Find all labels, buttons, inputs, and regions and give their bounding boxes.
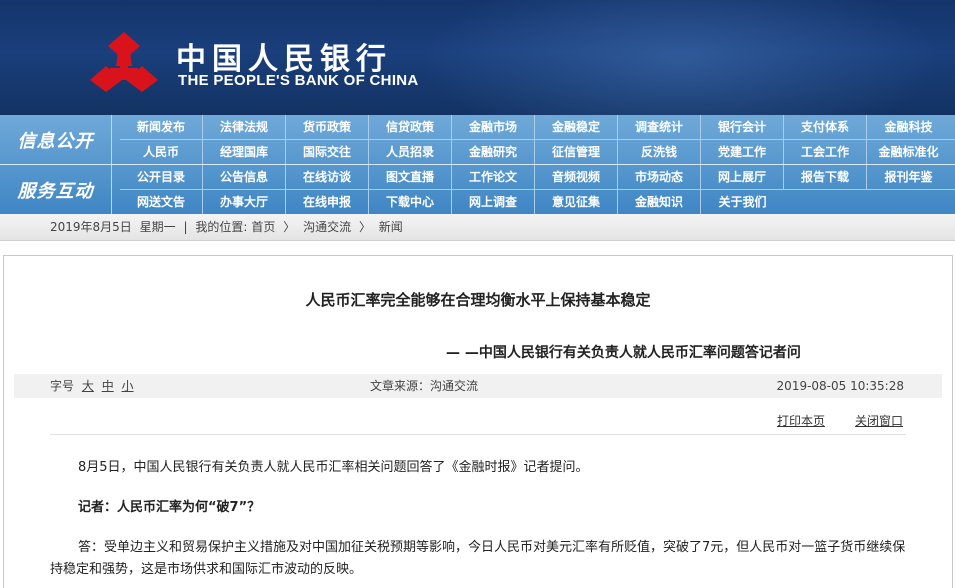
nav-item[interactable]: 金融标准化 xyxy=(867,140,950,164)
nav-item[interactable]: 支付体系 xyxy=(784,115,867,139)
nav-item[interactable]: 报告下载 xyxy=(784,165,867,189)
nav-item[interactable]: 调查统计 xyxy=(618,115,701,139)
breadcrumb-level1-link[interactable]: 沟通交流 xyxy=(303,220,351,234)
nav-item[interactable]: 反洗钱 xyxy=(618,140,701,164)
nav-item[interactable]: 人员招录 xyxy=(369,140,452,164)
location-label: 我的位置: xyxy=(195,220,248,234)
nav-item[interactable]: 网上展厅 xyxy=(701,165,784,189)
font-size-large-link[interactable]: 大 xyxy=(82,379,94,393)
nav-item[interactable]: 网送文告 xyxy=(120,190,203,214)
article-panel: 人民币汇率完全能够在合理均衡水平上保持基本稳定 — —中国人民银行有关负责人就人… xyxy=(3,255,953,588)
article-meta-bar: 字号 大 中 小 文章来源：沟通交流 2019-08-05 10:35:28 xyxy=(14,374,942,398)
nav-item[interactable]: 征信管理 xyxy=(535,140,618,164)
breadcrumb-sep: 〉 xyxy=(358,220,371,234)
nav-section-label[interactable]: 服务互动 xyxy=(0,165,112,214)
article-paragraph: 答：受单边主义和贸易保护主义措施及对中国加征关税预期等影响，今日人民币对美元汇率… xyxy=(50,540,906,577)
nav-item[interactable]: 公开目录 xyxy=(120,165,203,189)
current-date: 2019年8月5日 xyxy=(50,220,132,234)
nav-item[interactable]: 公告信息 xyxy=(203,165,286,189)
nav-item[interactable]: 下载中心 xyxy=(369,190,452,214)
nav-item[interactable]: 在线申报 xyxy=(286,190,369,214)
nav-item[interactable]: 金融市场 xyxy=(452,115,535,139)
nav-item[interactable]: 报刊年鉴 xyxy=(867,165,950,189)
close-window-link[interactable]: 关闭窗口 xyxy=(855,412,903,429)
nav-item[interactable]: 办事大厅 xyxy=(203,190,286,214)
nav-row: 人民币 经理国库 国际交往 人员招录 金融研究 征信管理 反洗钱 党建工作 工会… xyxy=(120,140,955,164)
nav-item[interactable]: 新闻发布 xyxy=(120,115,203,139)
nav-item[interactable]: 在线访谈 xyxy=(286,165,369,189)
article-source: 文章来源：沟通交流 xyxy=(370,379,479,393)
nav-item[interactable]: 工作论文 xyxy=(452,165,535,189)
nav-item[interactable]: 法律法规 xyxy=(203,115,286,139)
nav-item[interactable]: 金融稳定 xyxy=(535,115,618,139)
nav-item[interactable]: 金融知识 xyxy=(618,190,701,214)
font-size-label: 字号 xyxy=(50,379,75,393)
site-title-en: THE PEOPLE'S BANK OF CHINA xyxy=(178,72,419,89)
nav-item[interactable]: 国际交往 xyxy=(286,140,369,164)
font-size-selector: 字号 大 中 小 xyxy=(50,374,134,398)
nav-row: 公开目录 公告信息 在线访谈 图文直播 工作论文 音频视频 市场动态 网上展厅 … xyxy=(120,165,955,189)
nav-item[interactable]: 关于我们 xyxy=(701,190,784,214)
font-size-small-link[interactable]: 小 xyxy=(122,379,134,393)
banner-glow xyxy=(420,0,940,115)
nav-item[interactable]: 金融研究 xyxy=(452,140,535,164)
article-datetime: 2019-08-05 10:35:28 xyxy=(776,379,904,393)
site-banner: 中国人民银行 THE PEOPLE'S BANK OF CHINA xyxy=(0,0,955,115)
tools-divider xyxy=(50,434,906,435)
nav-section-label[interactable]: 信息公开 xyxy=(0,115,112,164)
nav-item[interactable]: 货币政策 xyxy=(286,115,369,139)
print-page-link[interactable]: 打印本页 xyxy=(777,412,825,429)
breadcrumb-divider: | xyxy=(183,220,188,234)
article-question: 记者：人民币汇率为何“破7”？ xyxy=(78,500,261,515)
nav-item[interactable]: 党建工作 xyxy=(701,140,784,164)
breadcrumb-home-link[interactable]: 首页 xyxy=(251,220,275,234)
article-tools: 打印本页 关闭窗口 xyxy=(4,412,952,430)
nav-item[interactable]: 人民币 xyxy=(120,140,203,164)
pboc-emblem-icon[interactable] xyxy=(88,30,160,94)
nav-item[interactable]: 经理国库 xyxy=(203,140,286,164)
current-weekday: 星期一 xyxy=(139,220,176,234)
nav-item[interactable]: 市场动态 xyxy=(618,165,701,189)
nav-item[interactable]: 网上调查 xyxy=(452,190,535,214)
nav-row: 新闻发布 法律法规 货币政策 信贷政策 金融市场 金融稳定 调查统计 银行会计 … xyxy=(120,115,955,139)
font-size-medium-link[interactable]: 中 xyxy=(102,379,114,393)
article-title: 人民币汇率完全能够在合理均衡水平上保持基本稳定 xyxy=(305,291,651,309)
nav-item[interactable]: 工会工作 xyxy=(784,140,867,164)
article-subtitle: — —中国人民银行有关负责人就人民币汇率问题答记者问 xyxy=(446,345,801,361)
nav-item[interactable]: 信贷政策 xyxy=(369,115,452,139)
nav-item[interactable]: 音频视频 xyxy=(535,165,618,189)
nav-row: 网送文告 办事大厅 在线申报 下载中心 网上调查 意见征集 金融知识 关于我们 xyxy=(120,190,955,214)
main-nav: 信息公开 新闻发布 法律法规 货币政策 信贷政策 金融市场 金融稳定 调查统计 … xyxy=(0,115,955,214)
breadcrumb-sep: 〉 xyxy=(283,220,296,234)
nav-item[interactable]: 金融科技 xyxy=(867,115,950,139)
nav-section-info: 信息公开 新闻发布 法律法规 货币政策 信贷政策 金融市场 金融稳定 调查统计 … xyxy=(0,115,955,164)
article-paragraph: 8月5日，中国人民银行有关负责人就人民币汇率相关问题回答了《金融时报》记者提问。 xyxy=(78,460,589,475)
nav-item[interactable]: 图文直播 xyxy=(369,165,452,189)
nav-item[interactable]: 银行会计 xyxy=(701,115,784,139)
breadcrumb-level2-link[interactable]: 新闻 xyxy=(379,220,403,234)
nav-section-service: 服务互动 公开目录 公告信息 在线访谈 图文直播 工作论文 音频视频 市场动态 … xyxy=(0,165,955,214)
breadcrumb: 2019年8月5日 星期一 | 我的位置: 首页 〉 沟通交流 〉 新闻 xyxy=(0,214,955,241)
nav-item[interactable]: 意见征集 xyxy=(535,190,618,214)
